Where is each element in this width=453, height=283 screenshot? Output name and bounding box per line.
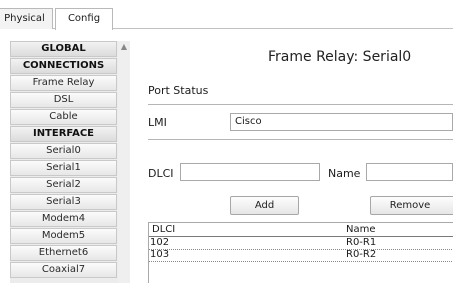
sidebar-section-interface[interactable]: INTERFACE xyxy=(10,126,117,142)
sidebar-item-ethernet6[interactable]: Ethernet6 xyxy=(10,245,117,261)
dlci-label: DLCI xyxy=(148,167,174,180)
sidebar-item-serial1[interactable]: Serial1 xyxy=(10,160,117,176)
sidebar-item-modem4[interactable]: Modem4 xyxy=(10,211,117,227)
page-title: Frame Relay: Serial0 xyxy=(268,49,412,65)
main-panel: Frame Relay: Serial0 Port Status LMI Cis… xyxy=(138,30,453,283)
lmi-label: LMI xyxy=(148,116,167,129)
sidebar-item-cable[interactable]: Cable xyxy=(10,109,117,125)
remove-button[interactable]: Remove xyxy=(370,196,453,215)
sidebar-item-frame-relay[interactable]: Frame Relay xyxy=(10,75,117,91)
row-name: R0-R2 xyxy=(346,249,377,260)
row-dlci: 103 xyxy=(150,249,170,260)
name-label: Name xyxy=(328,167,361,180)
sidebar-item-modem5[interactable]: Modem5 xyxy=(10,228,117,244)
divider xyxy=(148,104,453,105)
dlci-input[interactable] xyxy=(180,163,320,181)
tab-bar: Physical Config xyxy=(0,0,453,30)
add-button[interactable]: Add xyxy=(230,196,299,215)
scroll-up-arrow-icon[interactable]: ▲ xyxy=(119,42,129,52)
port-status-label: Port Status xyxy=(148,84,209,97)
sidebar-item-serial3[interactable]: Serial3 xyxy=(10,194,117,210)
sidebar-section-global[interactable]: GLOBAL xyxy=(10,41,117,57)
table-row[interactable]: 103 R0-R2 xyxy=(149,249,453,262)
tab-physical[interactable]: Physical xyxy=(0,8,53,29)
divider xyxy=(148,139,453,140)
sidebar-scrollbar[interactable] xyxy=(118,41,130,283)
column-header-dlci[interactable]: DLCI xyxy=(152,223,175,236)
sidebar-item-dsl[interactable]: DSL xyxy=(10,92,117,108)
tab-config[interactable]: Config xyxy=(55,8,113,30)
column-header-name[interactable]: Name xyxy=(346,223,376,236)
name-input[interactable] xyxy=(366,163,453,181)
sidebar-item-serial2[interactable]: Serial2 xyxy=(10,177,117,193)
sidebar-section-connections[interactable]: CONNECTIONS xyxy=(10,58,117,74)
row-name: R0-R1 xyxy=(346,237,377,248)
row-dlci: 102 xyxy=(150,237,170,248)
table-header: DLCI Name xyxy=(149,223,453,237)
lmi-select[interactable]: Cisco xyxy=(230,113,453,131)
sidebar-item-coaxial7[interactable]: Coaxial7 xyxy=(10,262,117,278)
dlci-table: DLCI Name 102 R0-R1 103 R0-R2 xyxy=(148,222,453,283)
sidebar: GLOBAL CONNECTIONS Frame Relay DSL Cable INTE… xyxy=(10,41,130,283)
sidebar-item-serial0[interactable]: Serial0 xyxy=(10,143,117,159)
